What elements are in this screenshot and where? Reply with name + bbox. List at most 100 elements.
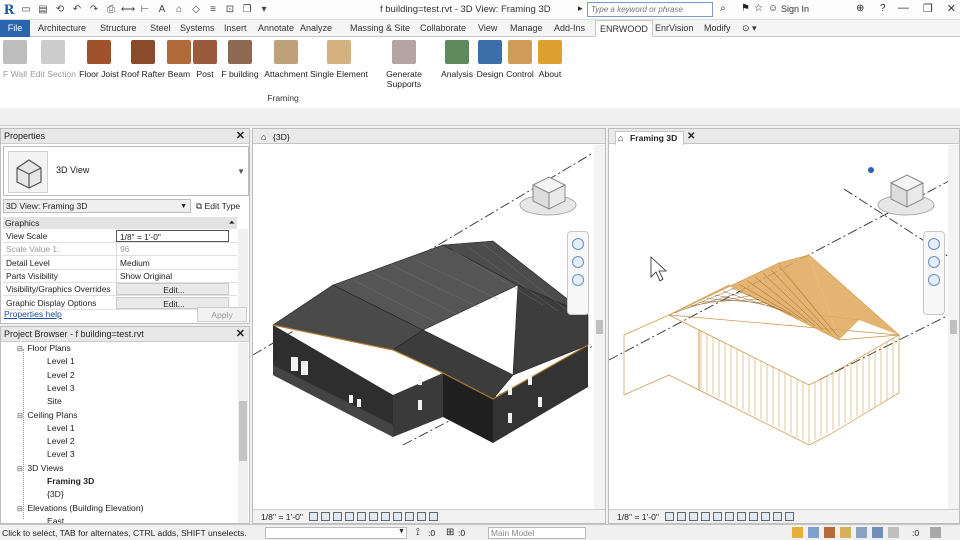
view-framing-3d[interactable]: ⌂ Framing 3D ✕ 1/8" = 1'-0"	[608, 128, 960, 524]
property-value[interactable]: Show Original	[116, 269, 229, 282]
navigation-bar[interactable]	[567, 231, 589, 315]
select-pinned-icon[interactable]	[824, 527, 835, 538]
sign-in-button[interactable]: Sign In	[781, 4, 809, 14]
building-model-render[interactable]	[253, 145, 595, 509]
search-icon[interactable]: ⌕	[720, 3, 726, 14]
browser-item-elevations-building-elevation[interactable]: ⊟ Elevations (Building Elevation)	[17, 503, 143, 513]
tab-view[interactable]: View	[474, 20, 501, 37]
search-expand-icon[interactable]: ▸	[578, 3, 583, 14]
analytical-model-icon[interactable]	[429, 512, 438, 521]
chevron-down-icon[interactable]: ▼	[398, 528, 405, 535]
text-icon[interactable]: A	[155, 2, 169, 16]
communication-icon[interactable]: ⚑	[741, 3, 750, 14]
detail-level-icon[interactable]	[665, 512, 674, 521]
close-icon[interactable]: ✕	[687, 131, 695, 142]
design-option-select[interactable]: Main Model	[488, 527, 586, 539]
cart-icon[interactable]: ⊕	[856, 3, 864, 14]
tab-3d-view[interactable]: ⌂ {3D}	[259, 131, 296, 143]
revit-logo[interactable]: R	[2, 2, 16, 18]
show-crop-icon[interactable]	[381, 512, 390, 521]
floor-joist-button[interactable]: Floor Joist	[78, 40, 120, 79]
customize-qat-icon[interactable]: ▾	[257, 2, 271, 16]
tab-steel[interactable]: Steel	[146, 20, 175, 37]
tab-analyze[interactable]: Analyze	[296, 20, 336, 37]
reveal-hidden-icon[interactable]	[417, 512, 426, 521]
close-icon[interactable]: ✕	[236, 327, 245, 342]
crop-view-icon[interactable]	[725, 512, 734, 521]
search-input[interactable]	[587, 2, 713, 17]
browser-item-level-1[interactable]: Level 1	[47, 423, 75, 433]
temporary-hide-icon[interactable]	[405, 512, 414, 521]
pan-icon[interactable]	[928, 274, 940, 286]
view-scrollbar[interactable]	[594, 145, 605, 509]
undo-icon[interactable]: ↶	[70, 2, 84, 16]
browser-item-site[interactable]: Site	[47, 396, 62, 406]
shadows-icon[interactable]	[345, 512, 354, 521]
section-icon[interactable]: ◇	[189, 2, 203, 16]
type-selector[interactable]: 3D View ▼	[3, 146, 249, 196]
thin-lines-icon[interactable]: ≡	[206, 2, 220, 16]
print-icon[interactable]: ⎙	[104, 2, 118, 16]
view-cube[interactable]	[519, 176, 577, 216]
view-scrollbar[interactable]	[948, 145, 959, 509]
show-crop-icon[interactable]	[737, 512, 746, 521]
edit-section-button[interactable]: Edit Section	[28, 40, 78, 79]
tab-manage[interactable]: Manage	[506, 20, 547, 37]
select-by-face-icon[interactable]	[840, 527, 851, 538]
browser-item-level-2[interactable]: Level 2	[47, 436, 75, 446]
visual-style-icon[interactable]	[677, 512, 686, 521]
roof-rafter-button[interactable]: Roof Rafter	[120, 40, 166, 79]
favorites-icon[interactable]: ☆	[754, 3, 763, 14]
save-icon[interactable]: ▤	[36, 2, 50, 16]
attachment-button[interactable]: Attachment	[262, 40, 310, 79]
redo-icon[interactable]: ↷	[87, 2, 101, 16]
property-value[interactable]: 1/8" = 1'-0"	[116, 230, 229, 242]
zoom-icon[interactable]	[572, 256, 584, 268]
chevron-down-icon[interactable]: ▼	[237, 167, 245, 176]
tab-architecture[interactable]: Architecture	[34, 20, 90, 37]
open-icon[interactable]: ▭	[19, 2, 33, 16]
dimension-icon[interactable]: ⊢	[138, 2, 152, 16]
browser-item-floor-plans[interactable]: ⊟ Floor Plans	[17, 343, 71, 353]
switch-windows-icon[interactable]: ❐	[240, 2, 254, 16]
f-building-button[interactable]: F building	[218, 40, 262, 79]
browser-item-ceiling-plans[interactable]: ⊟ Ceiling Plans	[17, 410, 78, 420]
reveal-hidden-icon[interactable]	[773, 512, 782, 521]
design-button[interactable]: Design	[475, 40, 505, 79]
apply-button[interactable]: Apply	[197, 307, 247, 322]
beam-button[interactable]: Beam	[166, 40, 192, 79]
close-hidden-icon[interactable]: ⊡	[223, 2, 237, 16]
drag-on-selection-icon[interactable]	[856, 527, 867, 538]
tab-add-ins[interactable]: Add-Ins	[550, 20, 589, 37]
tab-structure[interactable]: Structure	[96, 20, 141, 37]
select-underlay-icon[interactable]	[808, 527, 819, 538]
select-links-icon[interactable]	[792, 527, 803, 538]
minimize-button[interactable]: —	[898, 2, 909, 15]
single-element-button[interactable]: Single Element	[310, 40, 368, 79]
tab-insert[interactable]: Insert	[220, 20, 251, 37]
close-icon[interactable]: ✕	[236, 129, 245, 144]
properties-scrollbar[interactable]	[238, 229, 248, 309]
background-process-icon[interactable]	[872, 527, 883, 538]
sync-icon[interactable]: ⟲	[53, 2, 67, 16]
browser-item-level-3[interactable]: Level 3	[47, 449, 75, 459]
close-button[interactable]: ✕	[947, 2, 956, 15]
view-scale[interactable]: 1/8" = 1'-0"	[261, 512, 303, 522]
view-3d[interactable]: ⌂ {3D} 1/8" = 1'-0"	[252, 128, 606, 524]
navigation-bar[interactable]	[923, 231, 945, 315]
detail-level-icon[interactable]	[309, 512, 318, 521]
f-wall-button[interactable]: F Wall	[0, 40, 30, 79]
filter-icon[interactable]	[888, 527, 899, 538]
graphics-group-header[interactable]: Graphics ⏶	[3, 217, 237, 229]
editable-only-icon[interactable]: ⟟	[416, 527, 420, 538]
framing-model-render[interactable]	[609, 145, 949, 509]
edit-type-button[interactable]: ⧉ Edit Type	[194, 198, 248, 214]
tab-systems[interactable]: Systems	[176, 20, 219, 37]
browser-scrollbar[interactable]	[238, 343, 248, 523]
user-icon[interactable]: ☺	[768, 3, 778, 14]
default-3d-view-icon[interactable]: ⌂	[172, 2, 186, 16]
sun-path-icon[interactable]	[689, 512, 698, 521]
tab-collaborate[interactable]: Collaborate	[416, 20, 470, 37]
lock-3d-icon[interactable]	[393, 512, 402, 521]
workset-filter-select[interactable]	[265, 527, 407, 539]
